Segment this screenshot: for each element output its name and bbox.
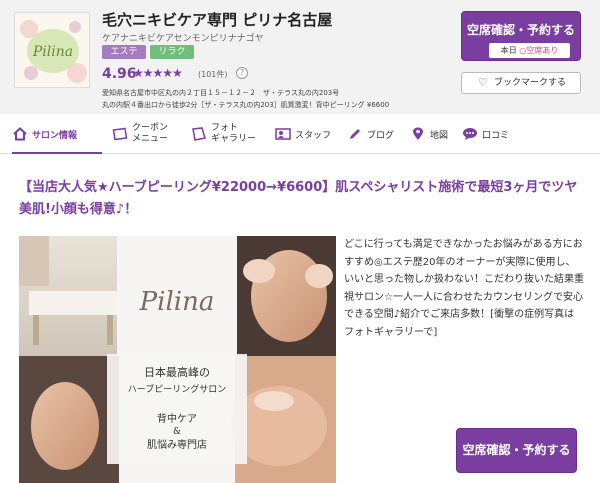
tab-coupon-menu[interactable]: クーポン メニュー bbox=[112, 114, 187, 154]
map-pin-icon bbox=[410, 127, 426, 141]
tag-relax[interactable]: リラク bbox=[150, 45, 194, 59]
tab-label: クーポン メニュー bbox=[132, 123, 169, 144]
tab-label: ブログ bbox=[367, 131, 395, 141]
reserve-button-top[interactable]: 空席確認・予約する 本日 ○空席あり bbox=[461, 11, 581, 61]
catch-copy: 【当店大人気★ハーブピーリング¥22000→¥6600】肌スペシャリスト施術で最… bbox=[19, 180, 578, 217]
photo-caption-4: & bbox=[173, 427, 181, 437]
rating-score: 4.96 bbox=[102, 66, 137, 82]
coupon-icon bbox=[112, 127, 128, 141]
salon-access: 丸の内駅４番出口から徒歩2分［ザ・テラス丸の内203］肌質激変！背中ピーリング … bbox=[102, 101, 390, 109]
salon-logo: Pilina bbox=[14, 12, 90, 88]
reserve-button-bottom[interactable]: 空席確認・予約する bbox=[456, 428, 577, 473]
help-icon[interactable]: ? bbox=[236, 67, 248, 79]
salon-tab-nav: サロン情報 クーポンメニュー フォトギャラリー スタッフ ブログ 地図 口コ bbox=[0, 114, 600, 154]
svg-text:Pilina: Pilina bbox=[32, 44, 73, 60]
review-count-link[interactable]: (101件) bbox=[198, 69, 228, 80]
tab-photo-gallery[interactable]: フォト ギャラリー bbox=[191, 114, 271, 154]
tag-esthe[interactable]: エステ bbox=[102, 45, 146, 59]
tab-reviews[interactable]: 口コミ bbox=[462, 114, 522, 154]
photo-icon bbox=[191, 127, 207, 141]
tab-label: 口コミ bbox=[482, 131, 510, 141]
staff-icon bbox=[275, 127, 291, 141]
salon-address: 愛知県名古屋市中区丸の内２丁目１５－１２－２ ザ・テラス丸の内203号 bbox=[102, 89, 340, 97]
salon-name: 毛穴ニキビケア専門 ピリナ名古屋 bbox=[102, 11, 333, 29]
rating-stars: ★★★★★ bbox=[133, 66, 183, 80]
tab-label: サロン情報 bbox=[32, 131, 78, 141]
bookmark-button[interactable]: ♡ ブックマークする bbox=[461, 72, 581, 94]
today-label: 本日 bbox=[500, 46, 517, 55]
bookmark-label: ブックマークする bbox=[494, 78, 567, 88]
heart-icon: ♡ bbox=[478, 76, 488, 89]
photo-caption-3: 背中ケア bbox=[157, 412, 197, 425]
salon-header: Pilina 毛穴ニキビケア専門 ピリナ名古屋 ケアナニキビケアセンモンピリナナ… bbox=[0, 0, 600, 114]
home-icon bbox=[12, 127, 28, 141]
pen-icon bbox=[347, 127, 363, 141]
salon-description: どこに行っても満足できなかったお悩みがある方におすすめ◎エステ歴20年のオーナー… bbox=[344, 239, 584, 338]
tab-label: スタッフ bbox=[295, 131, 332, 141]
availability-text: 空席あり bbox=[526, 46, 559, 55]
photo-caption-1: 日本最高峰の bbox=[144, 365, 210, 379]
tab-salon-info[interactable]: サロン情報 bbox=[12, 114, 102, 154]
salon-main-photo[interactable]: Pilina 日本最高峰の ハーブピーリングサロン 背中ケア & 肌悩み専門店 bbox=[19, 236, 336, 483]
chat-icon bbox=[462, 127, 478, 141]
photo-caption-5: 肌悩み専門店 bbox=[147, 438, 207, 451]
photo-caption-2: ハーブピーリングサロン bbox=[128, 383, 226, 395]
tab-blog[interactable]: ブログ bbox=[347, 114, 403, 154]
tab-label: フォト ギャラリー bbox=[211, 123, 257, 144]
photo-logo-text: Pilina bbox=[139, 287, 215, 317]
tab-label: 地図 bbox=[430, 131, 449, 141]
availability-badge: 本日 ○空席あり bbox=[489, 43, 570, 58]
tab-map[interactable]: 地図 bbox=[410, 114, 454, 154]
tab-staff[interactable]: スタッフ bbox=[275, 114, 341, 154]
reserve-button-label: 空席確認・予約する bbox=[466, 23, 575, 37]
salon-kana: ケアナニキビケアセンモンピリナナゴヤ bbox=[102, 34, 264, 44]
